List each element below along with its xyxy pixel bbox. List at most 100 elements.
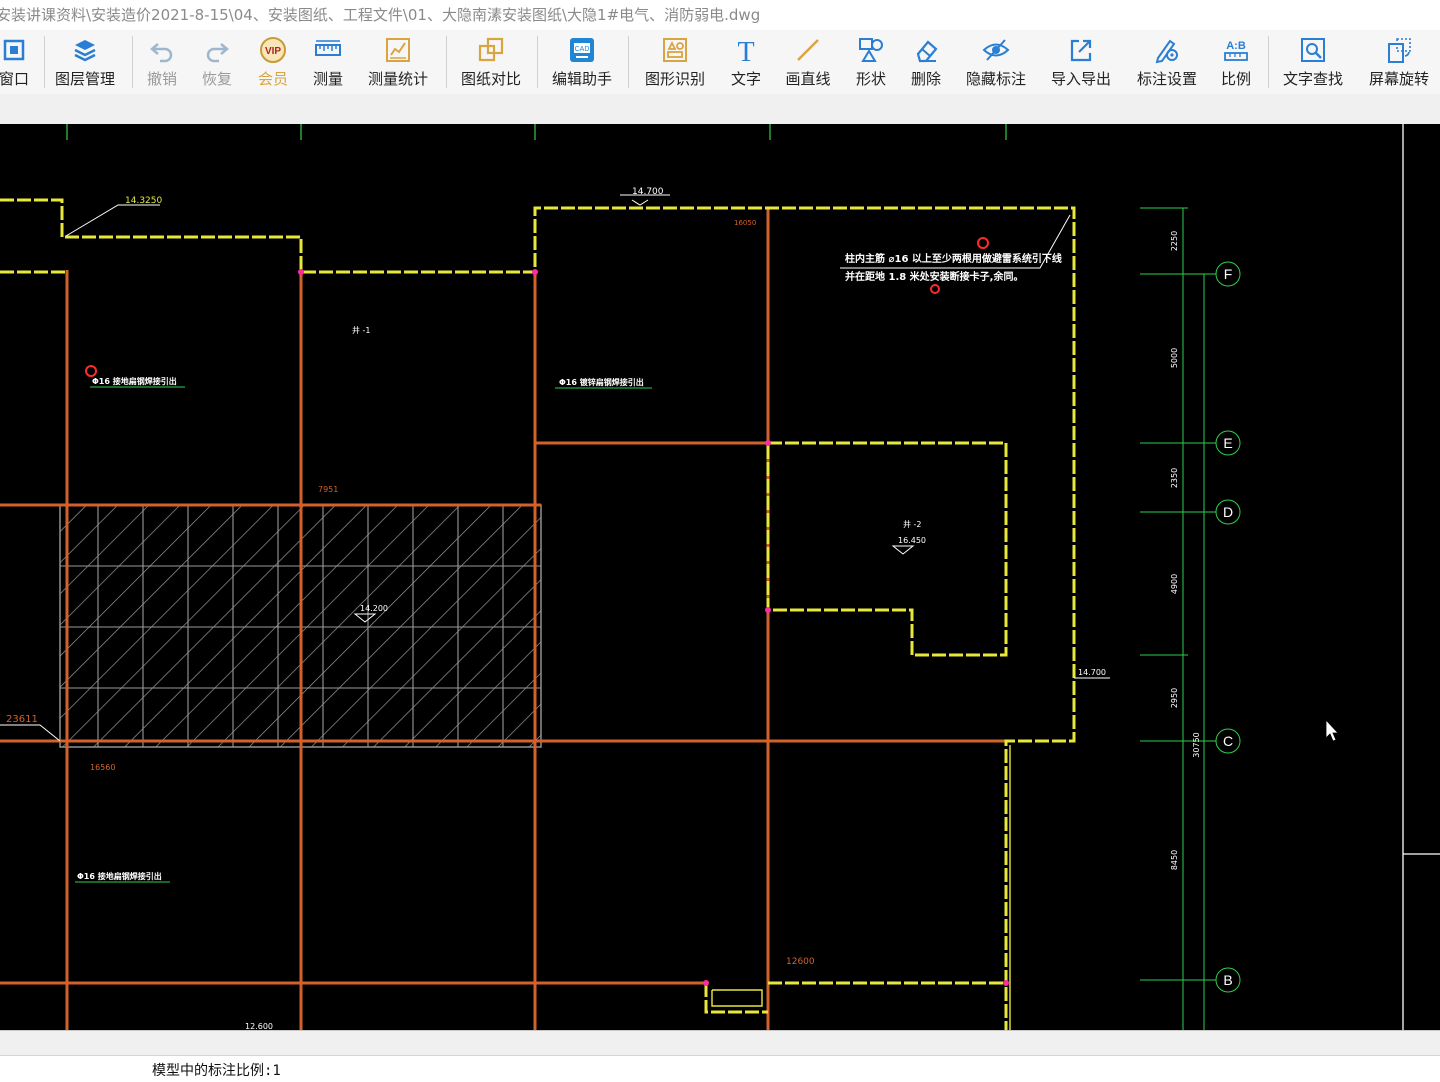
level-14-3250: 14.3250 <box>125 196 162 206</box>
axis-grid <box>1140 207 1241 1030</box>
toolbar-shape-button[interactable]: 形状 <box>845 30 897 94</box>
shape-recognize-icon <box>663 38 687 62</box>
toolbar-text-button[interactable]: T 文字 <box>720 30 772 94</box>
main-toolbar: 窗口 图层管理 撤销 恢复 VIP 会员 测量 测量统计 图纸对比 CAD 编辑… <box>0 30 1440 94</box>
toolbar-separator <box>44 36 45 88</box>
undo-icon <box>150 43 173 63</box>
toolbar-separator <box>132 36 133 88</box>
cad-badge-text: CAD <box>575 46 590 53</box>
drawing-frame <box>1402 124 1440 1030</box>
level-16050: 16050 <box>734 219 756 227</box>
text-search-icon <box>1301 38 1325 62</box>
note-3: Φ16 镀锌扁钢焊接引出 <box>559 377 644 387</box>
top-grid-ticks <box>66 124 1007 140</box>
toolbar-scale-label: 比例 <box>1220 70 1251 88</box>
dimension-texts: 2250 5000 2350 4900 2950 8450 30750 <box>1170 231 1201 870</box>
dim-total: 30750 <box>1192 732 1201 757</box>
measure-stats-icon <box>386 38 410 62</box>
eraser-icon <box>916 40 938 63</box>
layers-icon <box>74 40 96 62</box>
level-14-700-top: 14.700 <box>632 187 664 197</box>
dim-3: 2350 <box>1170 468 1179 488</box>
toolbar-redo-button[interactable]: 恢复 <box>191 30 243 94</box>
toolbar-delete-button[interactable]: 删除 <box>900 30 952 94</box>
scale-icon: A:B <box>1224 40 1248 61</box>
toolbar-rotate-label: 屏幕旋转 <box>1368 70 1429 88</box>
toolbar-layers-label: 图层管理 <box>54 70 115 88</box>
lightning-strip-inner <box>711 745 1011 1030</box>
level-14-200: 14.200 <box>360 604 388 613</box>
toolbar-separator <box>1268 36 1269 88</box>
toolbar-scale-button[interactable]: A:B 比例 <box>1212 30 1260 94</box>
toolbar-annotation-settings-button[interactable]: 标注设置 <box>1128 30 1206 94</box>
window-title-bar: 安装讲课资料\安装造价2021-8-15\04、安装图纸、工程文件\01、大隐南… <box>0 0 1440 30</box>
axis-label-C: C <box>1223 733 1233 749</box>
export-icon <box>1070 39 1092 62</box>
hide-eye-icon <box>982 39 1010 61</box>
cad-edit-icon: CAD <box>570 38 594 62</box>
toolbar-delete-label: 删除 <box>910 70 941 88</box>
dim-4: 4900 <box>1170 574 1179 594</box>
toolbar-redo-label: 恢复 <box>201 70 232 88</box>
cad-drawing[interactable]: 14.3250 14.700 16050 7951 23611 16560 14… <box>0 124 1440 1030</box>
status-line: 模型中的标注比例:1 <box>0 1055 1440 1082</box>
toolbar-text-search-label: 文字查找 <box>1282 70 1343 88</box>
rotate-screen-icon <box>1388 38 1411 63</box>
status-text: 模型中的标注比例:1 <box>152 1063 281 1079</box>
axis-label-E: E <box>1223 435 1232 451</box>
toolbar-compare-button[interactable]: 图纸对比 <box>452 30 530 94</box>
dim-6: 8450 <box>1170 850 1179 870</box>
window-title: 安装讲课资料\安装造价2021-8-15\04、安装图纸、工程文件\01、大隐南… <box>0 6 761 24</box>
toolbar-shape-recognize-button[interactable]: 图形识别 <box>636 30 714 94</box>
toolbar-line-button[interactable]: 画直线 <box>778 30 838 94</box>
toolbar-separator <box>628 36 629 88</box>
window-fit-icon <box>3 39 25 61</box>
shape-icon <box>859 38 883 62</box>
ruler-icon <box>315 40 341 56</box>
toolbar-lower-strip <box>0 94 1440 125</box>
note-2: Φ16 接地扁钢焊接引出 <box>92 376 177 386</box>
toolbar-edit-assistant-button[interactable]: CAD 编辑助手 <box>543 30 621 94</box>
dim-2: 5000 <box>1170 348 1179 368</box>
toolbar-layers-button[interactable]: 图层管理 <box>50 30 120 94</box>
toolbar-measure-stats-button[interactable]: 测量统计 <box>360 30 436 94</box>
axis-label-F: F <box>1224 266 1233 282</box>
toolbar-separator <box>446 36 447 88</box>
note-4: Φ16 接地扁钢焊接引出 <box>77 871 162 881</box>
axis-label-B: B <box>1223 972 1232 988</box>
vip-badge-icon: VIP <box>260 37 286 63</box>
status-bar: 模型中的标注比例:1 <box>0 1030 1440 1082</box>
toolbar-vip-label: 会员 <box>257 70 288 88</box>
toolbar-import-export-label: 导入导出 <box>1050 70 1111 88</box>
annotation-settings-icon <box>1155 39 1178 64</box>
toolbar-hide-annotations-button[interactable]: 隐藏标注 <box>956 30 1036 94</box>
toolbar-text-search-button[interactable]: 文字查找 <box>1274 30 1352 94</box>
axis-labels: F E D C B <box>1223 266 1233 988</box>
toolbar-vip-button[interactable]: VIP 会员 <box>247 30 299 94</box>
toolbar-undo-button[interactable]: 撤销 <box>136 30 188 94</box>
toolbar-rotate-button[interactable]: 屏幕旋转 <box>1360 30 1438 94</box>
compare-icon <box>478 37 504 62</box>
toolbar-text-label: 文字 <box>730 70 761 88</box>
toolbar-import-export-button[interactable]: 导入导出 <box>1042 30 1120 94</box>
level-23611: 23611 <box>6 714 38 725</box>
room-label-2: 井 -2 <box>903 519 922 529</box>
toolbar-window-button[interactable]: 窗口 <box>0 30 50 94</box>
level-12-600: 12.600 <box>245 1022 273 1030</box>
note-1-line-1: 柱内主筋 ⌀16 以上至少两根用做避雷系统引下线 <box>845 252 1062 265</box>
text-icon: T <box>737 37 754 64</box>
toolbar-measure-button[interactable]: 测量 <box>301 30 355 94</box>
redo-icon <box>206 43 229 63</box>
note-1-line-2: 并在距地 1.8 米处安装断接卡子,余同。 <box>845 270 1023 283</box>
dim-1: 2250 <box>1170 231 1179 251</box>
dim-5: 2950 <box>1170 688 1179 708</box>
toolbar-hide-annotations-label: 隐藏标注 <box>965 70 1026 88</box>
level-7951: 7951 <box>318 485 338 494</box>
level-16560: 16560 <box>90 763 115 772</box>
toolbar-undo-label: 撤销 <box>146 70 177 88</box>
axis-label-D: D <box>1223 504 1233 520</box>
drawing-canvas[interactable]: 14.3250 14.700 16050 7951 23611 16560 14… <box>0 124 1440 1030</box>
level-12600: 12600 <box>786 957 815 967</box>
toolbar-measure-label: 测量 <box>312 70 343 88</box>
toolbar-window-label: 窗口 <box>0 70 29 88</box>
